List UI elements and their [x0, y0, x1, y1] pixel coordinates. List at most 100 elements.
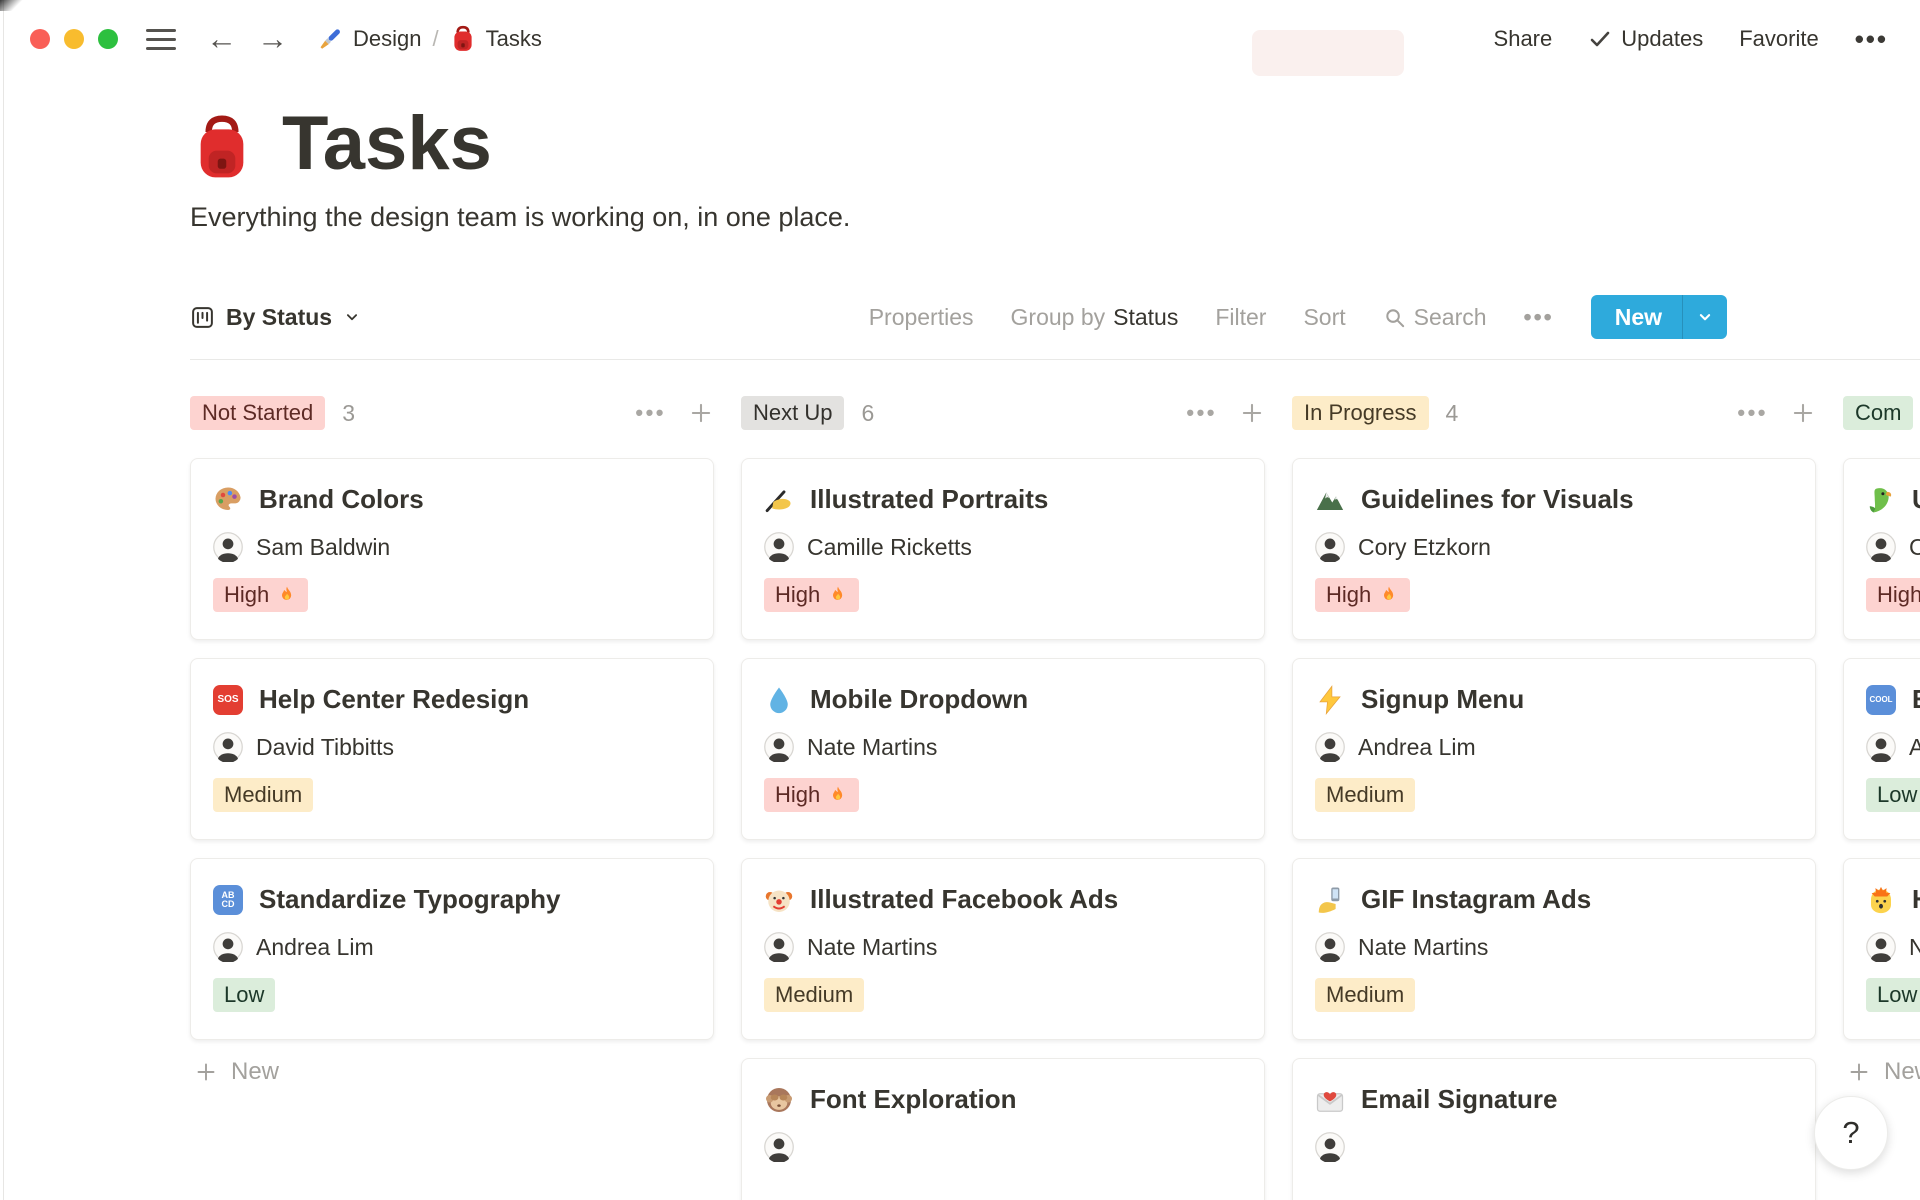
- share-button[interactable]: Share: [1494, 26, 1553, 52]
- clown-emoji-icon: [764, 885, 794, 915]
- assignee-name: Camille Ricketts: [807, 533, 972, 560]
- faded-hover-highlight: [1252, 30, 1404, 76]
- priority-label: High: [1326, 582, 1372, 607]
- zoom-window-button[interactable]: [98, 29, 118, 49]
- filter-label: Filter: [1215, 303, 1267, 330]
- cool-emoji-icon: COOL: [1866, 684, 1896, 715]
- priority-badge: High: [1315, 578, 1411, 612]
- assignee-name: Cory Etzkorn: [1358, 533, 1491, 560]
- assignee-name: Nate Martins: [1358, 933, 1489, 960]
- task-card[interactable]: AB CD Standardize Typography Andrea Lim L…: [190, 858, 714, 1040]
- assignee-name: Nate Martins: [807, 733, 938, 760]
- toolbar-divider: [190, 359, 1920, 360]
- column-more-icon[interactable]: •••: [1737, 400, 1768, 426]
- breadcrumb-item-tasks[interactable]: Tasks: [450, 25, 542, 53]
- priority-badge: Low: [213, 978, 276, 1012]
- assignee-name: David Tibbitts: [256, 733, 395, 760]
- fire-emoji-icon: [833, 586, 843, 600]
- toolbar-more-icon[interactable]: •••: [1524, 304, 1554, 331]
- new-button-label: New: [1614, 303, 1662, 330]
- help-button[interactable]: ?: [1814, 1096, 1888, 1170]
- task-card[interactable]: Guidelines for Visuals Cory Etzkorn High: [1292, 458, 1816, 640]
- avatar: [1315, 1132, 1345, 1162]
- assignee-name: A: [1909, 733, 1920, 760]
- task-card[interactable]: H N Low: [1843, 858, 1920, 1040]
- column-status-badge[interactable]: Next Up: [741, 396, 845, 430]
- task-card[interactable]: Email Signature: [1292, 1058, 1816, 1200]
- close-window-button[interactable]: [30, 29, 50, 49]
- avatar: [1866, 732, 1896, 762]
- priority-badge: Medium: [213, 778, 314, 812]
- task-card[interactable]: Font Exploration: [741, 1058, 1265, 1200]
- column-more-icon[interactable]: •••: [635, 400, 666, 426]
- fire-emoji-icon: [833, 786, 843, 800]
- column-add-card-icon[interactable]: [688, 400, 714, 426]
- plus-icon: [197, 1063, 215, 1081]
- priority-badge: High: [764, 578, 860, 612]
- chevron-down-icon: [1699, 314, 1711, 321]
- page-title[interactable]: Tasks: [282, 104, 492, 184]
- view-toolbar: By Status Properties Group by Status Fil…: [190, 295, 1727, 339]
- column-next-up: Next Up 6 ••• Illustrated Portraits Cami…: [741, 394, 1265, 1200]
- abcd-emoji-icon: AB CD: [213, 884, 243, 915]
- new-card-label: New: [1884, 1058, 1920, 1085]
- fire-emoji-icon: [282, 586, 292, 600]
- column-add-card-icon[interactable]: [1790, 400, 1816, 426]
- task-card[interactable]: Illustrated Portraits Camille Ricketts H…: [741, 458, 1265, 640]
- column-more-icon[interactable]: •••: [1186, 400, 1217, 426]
- priority-badge: Medium: [764, 978, 865, 1012]
- properties-button[interactable]: Properties: [869, 304, 974, 331]
- more-options-icon[interactable]: •••: [1855, 24, 1888, 55]
- assignee-name: C: [1909, 533, 1920, 560]
- breadcrumb: Design / Tasks: [316, 25, 542, 53]
- new-button-dropdown[interactable]: [1682, 295, 1727, 339]
- share-label: Share: [1493, 26, 1553, 51]
- card-title: Email Signature: [1361, 1084, 1558, 1114]
- task-card[interactable]: Signup Menu Andrea Lim Medium: [1292, 658, 1816, 840]
- new-button[interactable]: New: [1591, 295, 1682, 339]
- breadcrumb-label: Tasks: [485, 26, 542, 51]
- task-card[interactable]: Illustrated Facebook Ads Nate Martins Me…: [741, 858, 1265, 1040]
- column-status-badge[interactable]: Com: [1843, 396, 1914, 430]
- task-card[interactable]: SOS Help Center Redesign David Tibbitts …: [190, 658, 714, 840]
- add-new-card-button[interactable]: New: [190, 1058, 714, 1086]
- task-card[interactable]: Brand Colors Sam Baldwin High: [190, 458, 714, 640]
- avatar: [1866, 532, 1896, 562]
- task-card[interactable]: U C High: [1843, 458, 1920, 640]
- updates-button[interactable]: Updates: [1588, 26, 1703, 52]
- task-card[interactable]: Mobile Dropdown Nate Martins High: [741, 658, 1265, 840]
- sort-button[interactable]: Sort: [1303, 304, 1345, 331]
- favorite-button[interactable]: Favorite: [1739, 26, 1818, 52]
- avatar: [1315, 732, 1345, 762]
- search-icon: [1383, 306, 1406, 329]
- card-title: U: [1912, 484, 1920, 515]
- add-new-card-button[interactable]: New: [1843, 1058, 1920, 1086]
- forward-arrow-icon[interactable]: →: [257, 21, 288, 57]
- toolbar-more-glyph: •••: [1523, 303, 1554, 330]
- page-description[interactable]: Everything the design team is working on…: [190, 202, 1920, 233]
- column-status-badge[interactable]: Not Started: [190, 396, 326, 430]
- task-card[interactable]: COOL E A Low: [1843, 658, 1920, 840]
- filter-button[interactable]: Filter: [1215, 304, 1266, 331]
- page-backpack-emoji-icon[interactable]: [190, 112, 254, 184]
- sidebar-menu-icon[interactable]: [146, 28, 176, 50]
- checkmark-icon: [1588, 27, 1612, 51]
- back-arrow-icon[interactable]: ←: [206, 21, 237, 57]
- task-card[interactable]: GIF Instagram Ads Nate Martins Medium: [1292, 858, 1816, 1040]
- card-title: E: [1912, 684, 1920, 715]
- search-button[interactable]: Search: [1383, 304, 1487, 331]
- column-add-card-icon[interactable]: [1239, 400, 1265, 426]
- card-title: Guidelines for Visuals: [1361, 484, 1634, 514]
- parrot-emoji-icon: [1866, 485, 1896, 515]
- chevron-down-icon: [343, 308, 361, 326]
- column-status-badge[interactable]: In Progress: [1292, 396, 1429, 430]
- column-not-started: Not Started 3 ••• Brand Colors Sam Baldw…: [190, 394, 714, 1200]
- breadcrumb-item-design[interactable]: Design: [316, 26, 421, 53]
- card-title: GIF Instagram Ads: [1361, 884, 1592, 914]
- minimize-window-button[interactable]: [64, 29, 84, 49]
- group-by-button[interactable]: Group by Status: [1011, 304, 1179, 331]
- assignee-name: Andrea Lim: [1358, 733, 1476, 760]
- writing-hand-emoji-icon: [764, 485, 794, 515]
- view-switcher[interactable]: By Status: [190, 304, 361, 331]
- priority-label: High: [1877, 582, 1920, 607]
